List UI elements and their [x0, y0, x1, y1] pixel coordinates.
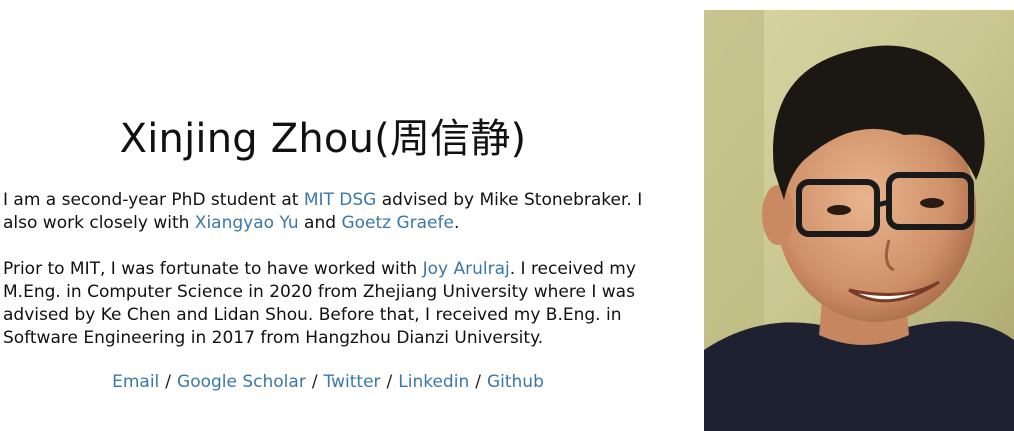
link-separator: /: [165, 372, 172, 392]
intro-text-4: .: [453, 213, 460, 233]
intro-paragraph: I am a second-year PhD student at MIT DS…: [3, 189, 643, 235]
xiangyao-yu-link[interactable]: Xiangyao Yu: [195, 213, 299, 233]
google-scholar-link[interactable]: Google Scholar: [177, 372, 306, 392]
intro-text-1: I am a second-year PhD student at: [3, 190, 304, 210]
intro-text-3: and: [298, 213, 342, 233]
background-text-1: Prior to MIT, I was fortunate to have wo…: [3, 259, 423, 279]
homepage: Xinjing Zhou(周信静) I am a second-year PhD…: [0, 0, 1014, 431]
goetz-graefe-link[interactable]: Goetz Graefe: [341, 213, 454, 233]
portrait-illustration: [704, 10, 1014, 431]
linkedin-link[interactable]: Linkedin: [398, 372, 469, 392]
link-separator: /: [386, 372, 393, 392]
link-separator: /: [475, 372, 481, 392]
page-title: Xinjing Zhou(周信静): [119, 116, 527, 162]
joy-arulraj-link[interactable]: Joy Arulraj: [423, 259, 510, 279]
twitter-link[interactable]: Twitter: [324, 372, 381, 392]
mit-dsg-link[interactable]: MIT DSG: [304, 190, 377, 210]
link-separator: /: [311, 372, 318, 392]
email-link[interactable]: Email: [112, 372, 159, 392]
background-paragraph: Prior to MIT, I was fortunate to have wo…: [3, 258, 643, 350]
profile-photo: [704, 10, 1014, 431]
contact-links: Email / Google Scholar / Twitter / Linkedin / Gi…: [3, 370, 653, 394]
github-link[interactable]: Github: [487, 372, 544, 392]
